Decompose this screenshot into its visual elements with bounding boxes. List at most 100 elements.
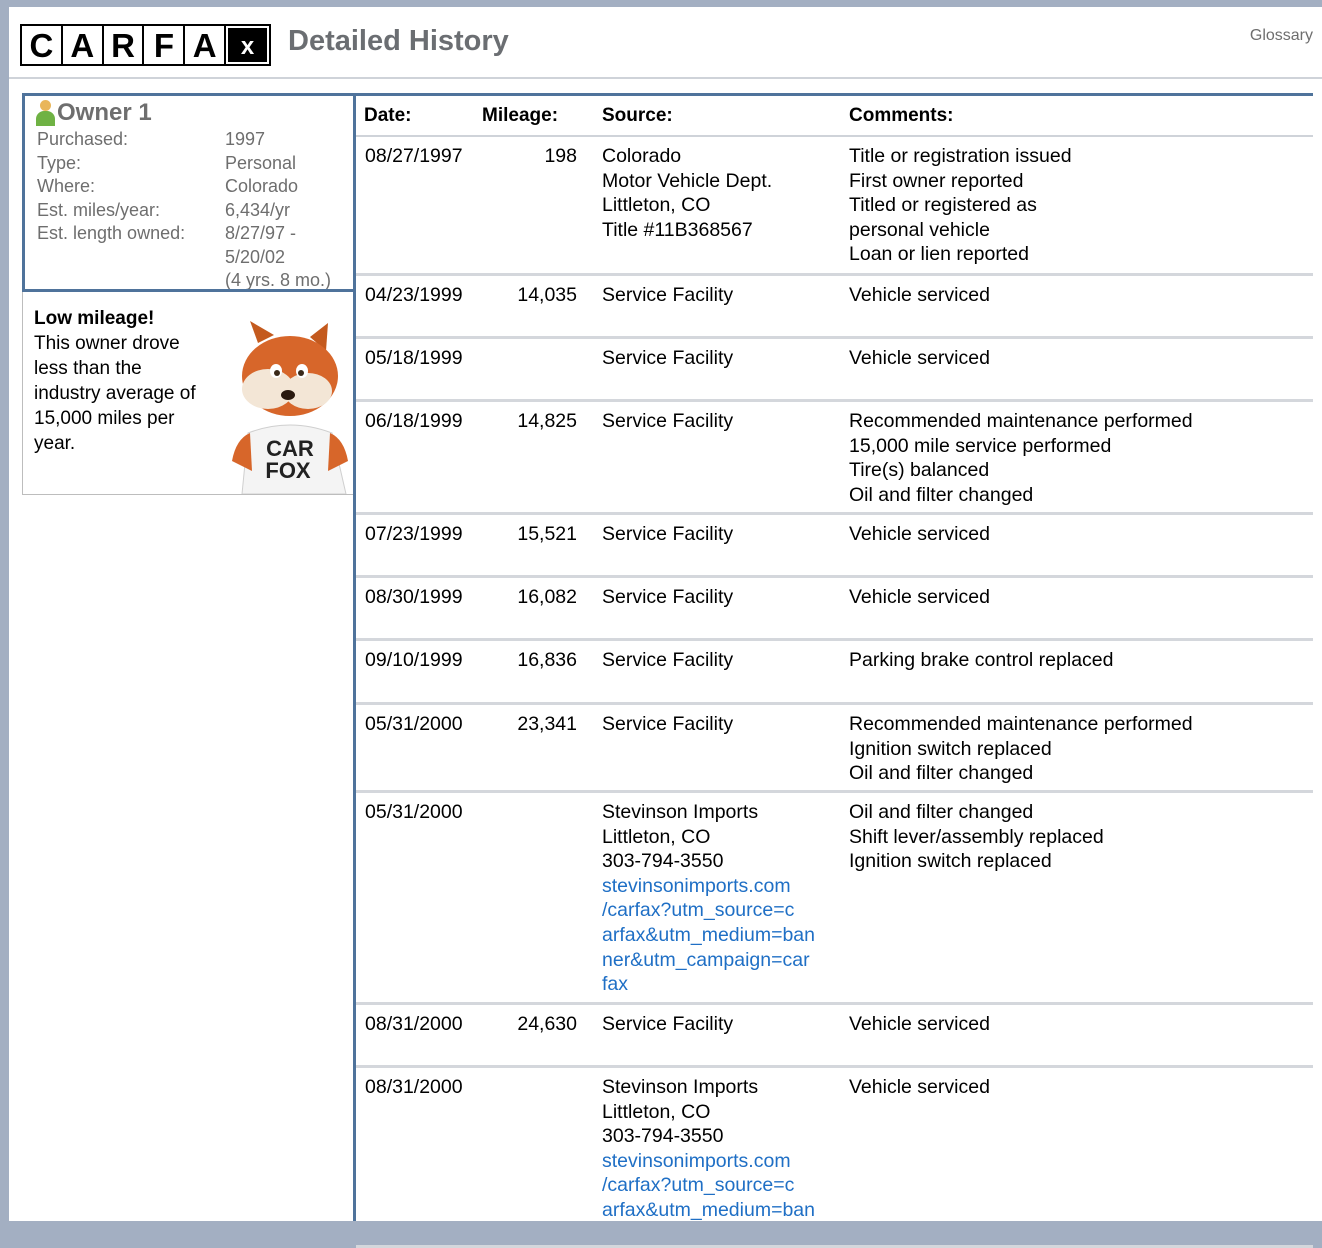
- comment-line: First owner reported: [849, 169, 1024, 192]
- table-row: 09/10/1999 16,836 Service Facility Parking …: [356, 641, 1313, 705]
- low-mileage-note: Low mileage! This owner drove less than …: [22, 292, 354, 495]
- owner-heading: Owner 1: [35, 99, 354, 127]
- glossary-link[interactable]: Glossary: [1250, 27, 1313, 45]
- table-row: 06/18/1999 14,825 Service Facility Recommen…: [356, 402, 1313, 515]
- owner-field-value: 1997: [225, 129, 266, 149]
- owner-field-label: Type:: [37, 152, 82, 173]
- owner-field-value: 6,434/yr: [225, 199, 291, 220]
- table-body: 08/27/1997 198 Colorado Motor Vehicle Dept.…: [356, 137, 1313, 1248]
- row-mileage: 15,521: [517, 523, 577, 545]
- owner-field-label: [37, 246, 225, 270]
- owner-field-value: (4 yrs. 8 mo.): [225, 270, 332, 290]
- owner-field: Where: Colorado: [37, 175, 354, 199]
- row-date: 05/31/2000: [365, 801, 463, 823]
- source-line: Service Facility: [602, 586, 734, 608]
- comment-line: Recommended maintenance performed: [849, 410, 1193, 432]
- source-line: Service Facility: [602, 649, 734, 671]
- comment-line: Oil and filter changed: [849, 762, 1034, 785]
- comment-line: Tire(s) balanced: [849, 459, 990, 482]
- row-source: Stevinson Imports Littleton, CO 303-794-35…: [590, 1075, 838, 1245]
- row-source: Service Facility: [590, 522, 838, 575]
- dealer-link[interactable]: ner&utm_campaign=car: [602, 948, 838, 973]
- row-source: Service Facility: [590, 409, 838, 512]
- comment-line: Recommended maintenance performed: [849, 713, 1193, 735]
- source-line: Service Facility: [602, 1013, 734, 1035]
- owner-field-value: 5/20/02: [225, 246, 286, 267]
- source-line: Littleton, CO: [602, 1100, 711, 1123]
- dealer-link[interactable]: stevinsonimports.com: [602, 1149, 838, 1174]
- source-line: Service Facility: [602, 523, 734, 545]
- owner-title: Owner 1: [57, 99, 152, 126]
- row-comments: Vehicle serviced: [838, 522, 1313, 575]
- logo-letter: x: [226, 26, 269, 64]
- row-comments: Oil and filter changed Shift lever/assemb…: [838, 800, 1313, 1002]
- table-row: 04/23/1999 14,035 Service Facility Vehicle …: [356, 276, 1313, 339]
- owner-field-label: Where:: [37, 176, 96, 196]
- dealer-link[interactable]: /carfax?utm_source=c: [602, 898, 838, 923]
- row-mileage: 23,341: [517, 713, 577, 735]
- owner-summary: Owner 1 Purchased: 1997 Type: Personal Where…: [22, 93, 354, 292]
- dealer-link[interactable]: fax: [602, 972, 838, 997]
- note-text: This owner drove less than the industry …: [34, 333, 196, 454]
- carfox-mascot-icon: CAR FOX: [232, 321, 348, 494]
- row-mileage: 14,825: [517, 410, 577, 432]
- row-source: Service Facility: [590, 346, 838, 399]
- row-date: 04/23/1999: [365, 284, 463, 306]
- owner-field: Est. length owned: 8/27/97 -: [37, 222, 354, 246]
- owner-field: (4 yrs. 8 mo.): [37, 269, 354, 290]
- comment-line: Ignition switch replaced: [849, 850, 1052, 873]
- comment-line: Title or registration issued: [849, 145, 1072, 167]
- source-line: Service Facility: [602, 713, 734, 735]
- row-mileage: [482, 1075, 590, 1245]
- row-source: Service Facility: [590, 1012, 838, 1065]
- source-line: Littleton, CO: [602, 825, 711, 848]
- dealer-link[interactable]: /carfax?utm_source=c: [602, 1173, 838, 1198]
- row-source: Colorado Motor Vehicle Dept. Littleton, CO…: [590, 144, 838, 273]
- row-comments: Parking brake control replaced: [838, 648, 1313, 702]
- row-source: Service Facility: [590, 585, 838, 638]
- comment-line: Vehicle serviced: [849, 1076, 990, 1098]
- comment-line: Parking brake control replaced: [849, 649, 1114, 671]
- row-date: 05/18/1999: [365, 347, 463, 369]
- comment-line: 15,000 mile service performed: [849, 434, 1112, 457]
- row-comments: Vehicle serviced: [838, 346, 1313, 399]
- owner-field-value: 8/27/97 -: [225, 223, 297, 243]
- comment-line: personal vehicle: [849, 218, 990, 241]
- row-comments: Title or registration issued First owner …: [838, 144, 1313, 273]
- row-mileage: 16,082: [517, 586, 577, 608]
- row-date: 08/27/1997: [365, 145, 463, 167]
- row-date: 09/10/1999: [365, 649, 463, 671]
- dealer-link[interactable]: arfax&utm_medium=ban: [602, 1198, 838, 1223]
- row-comments: Vehicle serviced: [838, 585, 1313, 638]
- row-source: Service Facility: [590, 712, 838, 790]
- comment-line: Titled or registered as: [849, 194, 1037, 217]
- logo-letter: C: [22, 26, 61, 64]
- table-row: 08/30/1999 16,082 Service Facility Vehicle …: [356, 578, 1313, 641]
- carfax-logo[interactable]: C A R F A x: [20, 24, 271, 66]
- report-header: C A R F A x Detailed History Glossary: [9, 7, 1322, 79]
- comment-line: Oil and filter changed: [849, 801, 1034, 823]
- owner-field-value: Personal: [225, 152, 297, 173]
- owner-field-value: Colorado: [225, 176, 299, 196]
- source-line: Motor Vehicle Dept.: [602, 169, 773, 192]
- history-table: Date: Mileage: Source: Comments: 08/27/1…: [353, 93, 1313, 1248]
- person-icon: [35, 100, 56, 126]
- comment-line: Vehicle serviced: [849, 284, 990, 306]
- logo-letter: F: [144, 26, 184, 64]
- header-source: Source:: [602, 104, 673, 126]
- row-date: 08/30/1999: [365, 586, 463, 608]
- dealer-link[interactable]: stevinsonimports.com: [602, 874, 838, 899]
- row-mileage: 24,630: [517, 1013, 577, 1035]
- owner-fields: Purchased: 1997 Type: Personal Where: Colorad…: [37, 128, 354, 290]
- report-page: C A R F A x Detailed History Glossary Ow…: [9, 7, 1322, 1248]
- row-mileage: 14,035: [517, 284, 577, 306]
- row-mileage: [482, 346, 590, 399]
- table-row: 08/31/2000 24,630 Service Facility Vehicle …: [356, 1005, 1313, 1068]
- row-mileage: [482, 800, 590, 1002]
- owner-field: Purchased: 1997: [37, 128, 354, 152]
- dealer-link[interactable]: arfax&utm_medium=ban: [602, 923, 838, 948]
- row-mileage: 198: [544, 145, 577, 167]
- owner-field-label: Est. length owned:: [37, 223, 186, 243]
- comment-line: Vehicle serviced: [849, 586, 990, 608]
- comment-line: Loan or lien reported: [849, 243, 1029, 266]
